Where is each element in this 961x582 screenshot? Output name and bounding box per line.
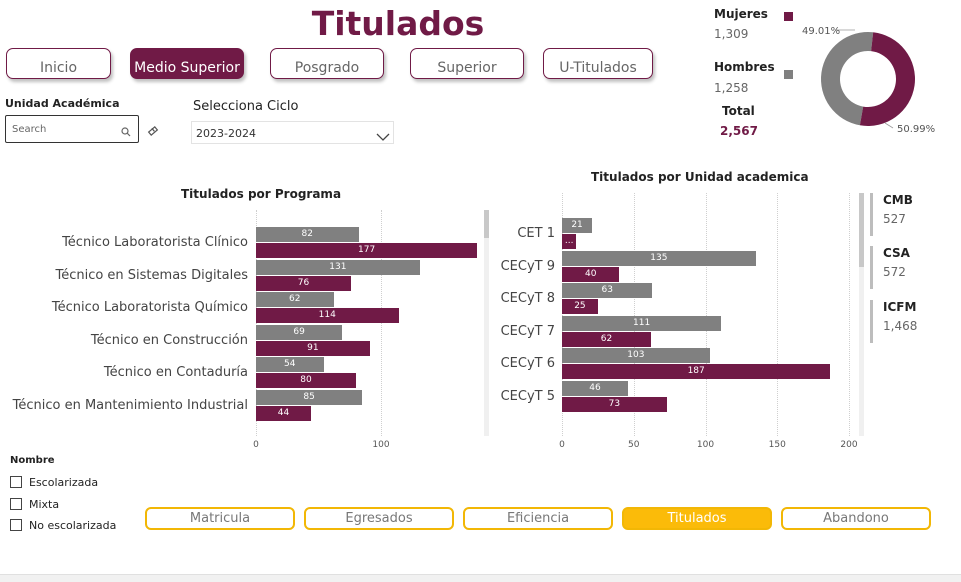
x-tick-label: 100	[696, 440, 715, 450]
card-icfm-value: 1,468	[883, 319, 918, 333]
bar-value-label: 40	[584, 268, 597, 279]
bar-value-label: 25	[574, 301, 586, 311]
chart-unidad-scroll-thumb[interactable]	[859, 193, 864, 267]
bar-value-label: 187	[687, 366, 705, 376]
bottom-nav-abandono[interactable]: Abandono	[781, 507, 931, 530]
card-csa: CSA 572	[870, 246, 930, 289]
category-label: CECyT 5	[500, 388, 555, 404]
checkbox[interactable]	[10, 519, 22, 531]
bottom-nav-matricula[interactable]: Matricula	[145, 507, 295, 530]
category-label: CECyT 8	[500, 291, 555, 306]
bar-value-label: ...	[564, 236, 574, 246]
bar-value-label: 62	[600, 333, 613, 344]
filter-option-label: No escolarizada	[29, 518, 117, 532]
card-cmb-value: 527	[883, 212, 906, 226]
grid-line	[705, 193, 707, 436]
nombre-filter-label: Nombre	[10, 455, 55, 466]
category-label: CECyT 6	[500, 356, 555, 371]
bar-value-label: 46	[589, 382, 601, 393]
bottom-nav-titulados[interactable]: Titulados	[622, 507, 772, 530]
x-tick-label: 150	[768, 440, 786, 450]
bottom-nav-eficiencia[interactable]: Eficiencia	[463, 507, 613, 530]
chart-unidad: 0 50 100 150 200 CET 1 21... CECyT 9 135 40 CECyT …	[0, 0, 860, 460]
card-cmb: CMB 527	[870, 193, 930, 236]
filter-option-label: Escolarizada	[29, 475, 99, 489]
bar-value-label: 63	[601, 285, 613, 295]
category-label: CET 1	[517, 226, 555, 241]
card-cmb-label: CMB	[883, 193, 913, 207]
category-label: CECyT 7	[500, 323, 555, 339]
grid-line	[777, 193, 779, 436]
footer-bar	[0, 574, 961, 582]
bar-value-label: 135	[650, 252, 668, 263]
filter-option-label: Mixta	[29, 497, 60, 511]
filter-escolarizada[interactable]: Escolarizada	[10, 475, 98, 489]
category-label: CECyT 9	[500, 258, 555, 274]
bar-value-label: 21	[571, 220, 583, 230]
x-tick-label: 50	[628, 440, 640, 450]
checkbox[interactable]	[10, 476, 22, 488]
checkbox[interactable]	[10, 498, 22, 510]
card-csa-value: 572	[883, 265, 906, 279]
card-icfm-label: ICFM	[883, 300, 917, 314]
bar-value-label: 111	[633, 317, 651, 328]
bottom-nav-egresados[interactable]: Egresados	[304, 507, 454, 530]
filter-no-escolarizada[interactable]: No escolarizada	[10, 518, 116, 532]
card-icfm: ICFM 1,468	[870, 300, 930, 343]
donut-leader-mujeres	[884, 122, 894, 129]
bar-value-label: 73	[608, 398, 621, 409]
x-tick-label: 0	[559, 440, 565, 450]
x-tick-label: 200	[840, 440, 858, 450]
donut-label-mujeres: 50.99%	[897, 124, 935, 135]
filter-mixta[interactable]: Mixta	[10, 497, 59, 511]
grid-line	[849, 193, 850, 436]
bar-value-label: 103	[627, 350, 645, 360]
card-csa-label: CSA	[883, 246, 910, 260]
